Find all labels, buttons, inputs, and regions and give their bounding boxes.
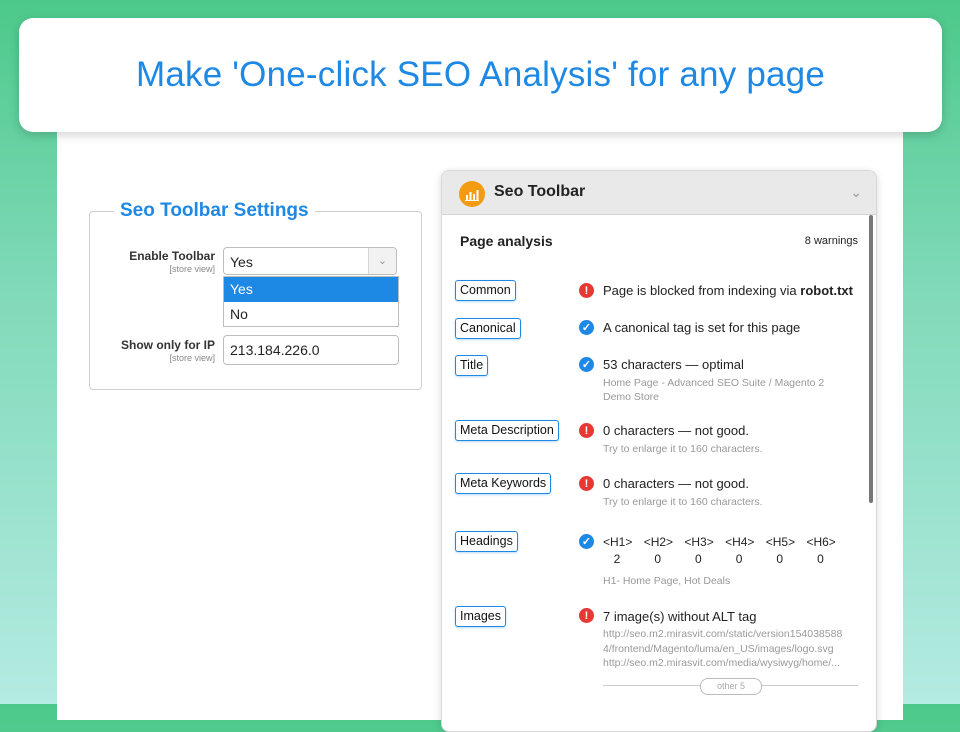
show-ip-scope: [store view] bbox=[169, 353, 215, 363]
label-canonical[interactable]: Canonical bbox=[455, 318, 521, 339]
heading-h5: <H5> 0 bbox=[766, 535, 807, 566]
title-sub: Home Page - Advanced SEO Suite / Magento… bbox=[603, 376, 824, 404]
label-meta-keywords[interactable]: Meta Keywords bbox=[455, 473, 552, 494]
image-url: http://seo.m2.mirasvit.com/media/wysiwyg… bbox=[603, 657, 840, 669]
title-sub-line: Demo Store bbox=[603, 391, 660, 403]
images-sub: http://seo.m2.mirasvit.com/static/versio… bbox=[603, 627, 842, 671]
ip-input[interactable] bbox=[223, 335, 399, 365]
headings-grid: <H1> 2 <H2> 0 <H3> 0 <H4> 0 <H5> 0 <H6> 0 bbox=[603, 535, 847, 566]
headings-sub: H1- Home Page, Hot Deals bbox=[603, 575, 731, 587]
heading-count: 0 bbox=[695, 552, 702, 566]
enable-toolbar-dropdown: Yes No bbox=[223, 276, 399, 327]
heading-h6: <H6> 0 bbox=[806, 535, 847, 566]
heading-tag: <H3> bbox=[684, 535, 714, 549]
exclamation-icon: ! bbox=[579, 283, 594, 298]
toolbar-title: Seo Toolbar bbox=[494, 183, 586, 200]
enable-toolbar-label-text: Enable Toolbar bbox=[129, 249, 215, 263]
heading-tag: <H2> bbox=[643, 535, 674, 549]
heading-h4: <H4> 0 bbox=[725, 535, 766, 566]
toolbar-header[interactable]: Seo Toolbar ⌄ bbox=[442, 171, 876, 215]
heading-tag: <H6> bbox=[806, 535, 836, 549]
common-text-bold: robot.txt bbox=[800, 283, 853, 298]
show-ip-label-text: Show only for IP bbox=[120, 338, 215, 352]
scrollbar[interactable] bbox=[869, 215, 873, 503]
dropdown-option-yes[interactable]: Yes bbox=[224, 277, 398, 302]
checkmark-icon: ✓ bbox=[579, 320, 594, 335]
settings-legend: Seo Toolbar Settings bbox=[114, 200, 315, 222]
headline-banner: Make 'One-click SEO Analysis' for any pa… bbox=[19, 18, 942, 132]
heading-count: 2 bbox=[613, 552, 621, 566]
label-images[interactable]: Images bbox=[455, 606, 506, 627]
exclamation-icon: ! bbox=[579, 608, 594, 623]
page-analysis-title: Page analysis bbox=[460, 233, 553, 249]
enable-toolbar-scope: [store view] bbox=[169, 264, 215, 274]
heading-count: 0 bbox=[735, 552, 743, 566]
exclamation-icon: ! bbox=[579, 476, 594, 491]
image-url: http://seo.m2.mirasvit.com/static/versio… bbox=[603, 628, 843, 640]
warnings-count: 8 warnings bbox=[804, 235, 858, 247]
common-status-text: Page is blocked from indexing via robot.… bbox=[603, 283, 853, 298]
heading-tag: <H5> bbox=[765, 535, 796, 549]
title-status-text: 53 characters — optimal bbox=[603, 357, 744, 372]
label-common[interactable]: Common bbox=[455, 280, 516, 301]
enable-toolbar-select[interactable]: Yes ⌄ bbox=[223, 247, 397, 275]
seo-toolbar-panel: Seo Toolbar ⌄ Page analysis 8 warnings C… bbox=[441, 170, 877, 732]
common-text-prefix: Page is blocked from indexing via bbox=[603, 283, 801, 298]
show-ip-label: Show only for IP [store view] bbox=[121, 339, 215, 365]
dropdown-option-no[interactable]: No bbox=[224, 302, 398, 327]
checkmark-icon: ✓ bbox=[579, 534, 594, 549]
headline-title: Make 'One-click SEO Analysis' for any pa… bbox=[135, 55, 825, 94]
heading-h1: <H1> 2 bbox=[603, 535, 644, 566]
heading-tag: <H4> bbox=[725, 535, 755, 549]
meta-description-status-text: 0 characters — not good. bbox=[603, 423, 749, 438]
heading-count: 0 bbox=[776, 552, 784, 566]
heading-tag: <H1> bbox=[603, 535, 633, 549]
heading-count: 0 bbox=[654, 552, 662, 566]
label-headings[interactable]: Headings bbox=[455, 531, 518, 552]
image-url: 4/frontend/Magento/luma/en_US/images/log… bbox=[603, 642, 834, 655]
enable-toolbar-label: Enable Toolbar [store view] bbox=[129, 250, 215, 276]
heading-count: 0 bbox=[817, 552, 824, 566]
heading-h3: <H3> 0 bbox=[684, 535, 725, 566]
meta-description-sub: Try to enlarge it to 160 characters. bbox=[603, 443, 763, 455]
meta-keywords-status-text: 0 characters — not good. bbox=[603, 476, 749, 491]
heading-h2: <H2> 0 bbox=[644, 535, 685, 566]
title-sub-line: Home Page - Advanced SEO Suite / Magento… bbox=[603, 377, 825, 389]
label-title[interactable]: Title bbox=[455, 355, 489, 376]
meta-keywords-sub: Try to enlarge it to 160 characters. bbox=[603, 496, 763, 508]
images-status-text: 7 image(s) without ALT tag bbox=[603, 609, 757, 624]
seo-toolbar-settings-panel: Seo Toolbar Settings Enable Toolbar [sto… bbox=[89, 200, 422, 390]
checkmark-icon: ✓ bbox=[579, 357, 594, 372]
other-images-button[interactable]: other 5 bbox=[700, 678, 762, 695]
chevron-down-icon[interactable]: ⌄ bbox=[368, 248, 396, 274]
enable-toolbar-value: Yes bbox=[230, 254, 253, 270]
exclamation-icon: ! bbox=[579, 423, 594, 438]
canonical-status-text: A canonical tag is set for this page bbox=[603, 320, 801, 335]
label-meta-description[interactable]: Meta Description bbox=[455, 420, 559, 441]
chevron-down-icon[interactable]: ⌄ bbox=[850, 184, 862, 201]
bar-chart-icon bbox=[459, 181, 485, 207]
